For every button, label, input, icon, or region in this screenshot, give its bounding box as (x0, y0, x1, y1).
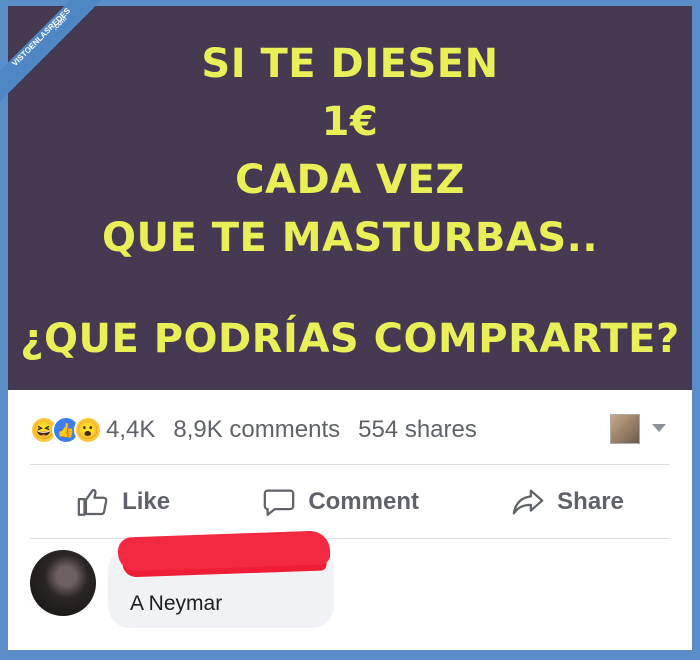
comment-label: Comment (308, 488, 419, 515)
meme-line-5: ¿QUE PODRÍAS COMPRARTE? (20, 316, 680, 362)
reactions-count[interactable]: 4,4K (106, 416, 155, 444)
post-image[interactable]: SI TE DIESEN 1€ CADA VEZ QUE TE MASTURBA… (8, 6, 692, 390)
meme-line-3: CADA VEZ (235, 157, 465, 203)
divider-top (30, 464, 670, 465)
like-button[interactable]: Like (76, 485, 170, 519)
comment-button[interactable]: Comment (262, 485, 419, 519)
share-button[interactable]: Share (511, 485, 624, 519)
thumbs-up-icon (77, 488, 108, 516)
reaction-icons[interactable]: 😆 👍 😮 (30, 416, 102, 444)
share-label: Share (557, 488, 624, 515)
wow-icon: 😮 (74, 416, 102, 444)
meme-line-4: QUE TE MASTURBAS.. (101, 215, 599, 261)
comments-count[interactable]: 8,9K comments (173, 416, 340, 444)
meme-line-1: SI TE DIESEN (201, 41, 499, 87)
comment: A Neymar (30, 530, 670, 638)
reaction-stats: 😆 👍 😮 4,4K 8,9K comments 554 shares (30, 410, 670, 450)
commenter-avatar[interactable] (30, 550, 96, 616)
shares-count[interactable]: 554 shares (358, 416, 477, 444)
comment-text: A Neymar (130, 592, 223, 615)
chevron-down-icon[interactable] (652, 424, 666, 432)
viewer-avatar[interactable] (610, 414, 640, 444)
share-icon (512, 489, 544, 515)
comment-icon (264, 489, 295, 516)
like-label: Like (122, 488, 171, 515)
action-bar: Like Comment Share (30, 472, 670, 532)
meme-line-2: 1€ (321, 99, 379, 145)
